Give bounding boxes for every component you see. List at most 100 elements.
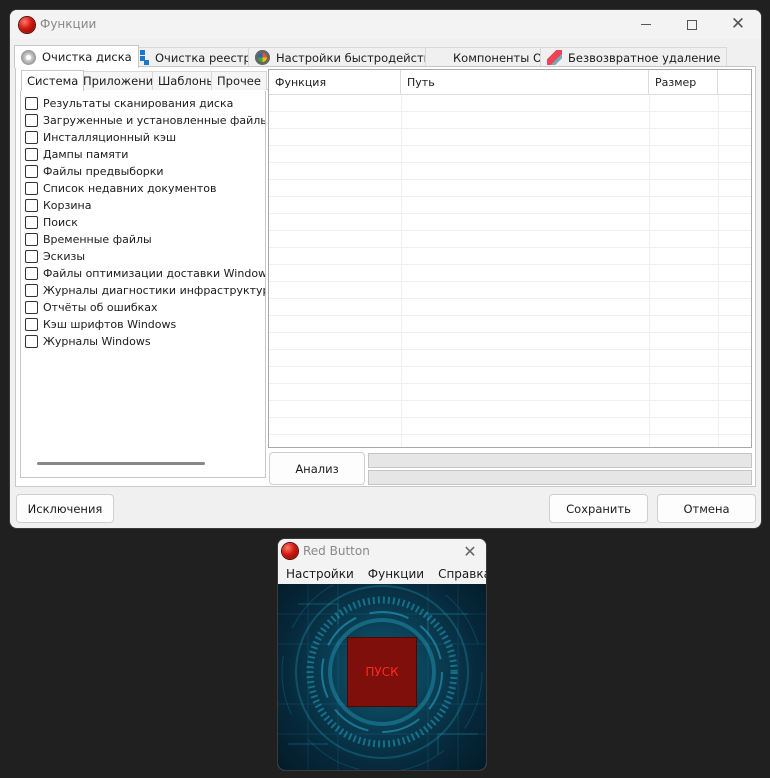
checkbox[interactable]: [25, 250, 38, 263]
tab-label: Компоненты ОС: [453, 50, 551, 65]
list-item[interactable]: Эскизы: [21, 248, 265, 265]
menu-help[interactable]: Справка: [438, 567, 486, 581]
tab-label: Очистка диска: [42, 50, 132, 64]
checkbox[interactable]: [25, 318, 38, 331]
list-item[interactable]: Поиск: [21, 214, 265, 231]
menu-settings[interactable]: Настройки: [286, 567, 354, 581]
item-label: Корзина: [43, 199, 92, 212]
checkbox[interactable]: [25, 301, 38, 314]
tab-os-components[interactable]: Компоненты ОС: [425, 47, 558, 67]
item-label: Результаты сканирования диска: [43, 97, 234, 110]
checkbox[interactable]: [25, 199, 38, 212]
list-item[interactable]: Загруженные и установленные файлы прог: [21, 112, 265, 129]
list-item[interactable]: Дампы памяти: [21, 146, 265, 163]
gauge-icon: [255, 50, 270, 65]
checkbox[interactable]: [25, 216, 38, 229]
item-label: Журналы Windows: [43, 335, 151, 348]
checkbox[interactable]: [25, 148, 38, 161]
item-label: Отчёты об ошибках: [43, 301, 158, 314]
eraser-icon: [547, 50, 562, 65]
column-header-function[interactable]: Функция: [269, 70, 401, 95]
table-body: [269, 95, 751, 447]
start-button[interactable]: ПУСК: [347, 637, 417, 707]
checkbox[interactable]: [25, 267, 38, 280]
category-subtabs: Система Приложения Шаблоны Прочее: [21, 70, 268, 91]
cancel-button[interactable]: Отмена: [657, 494, 756, 523]
tab-disk-cleanup[interactable]: Очистка диска: [14, 45, 139, 68]
item-label: Журналы диагностики инфраструктуры Wi: [43, 284, 265, 297]
tech-background: ПУСК: [278, 584, 486, 770]
checkbox[interactable]: [25, 97, 38, 110]
list-item[interactable]: Инсталляционный кэш: [21, 129, 265, 146]
list-item[interactable]: Файлы оптимизации доставки Windows: [21, 265, 265, 282]
close-icon[interactable]: ✕: [454, 539, 486, 563]
tab-performance-settings[interactable]: Настройки быстродействия: [248, 47, 452, 67]
checkbox[interactable]: [25, 165, 38, 178]
item-label: Дампы памяти: [43, 148, 129, 161]
list-item[interactable]: Файлы предвыборки: [21, 163, 265, 180]
item-label: Инсталляционный кэш: [43, 131, 177, 144]
list-item[interactable]: Корзина: [21, 197, 265, 214]
column-divider: [401, 95, 402, 447]
close-button[interactable]: ✕: [715, 10, 761, 39]
tab-secure-delete[interactable]: Безвозвратное удаление: [540, 47, 728, 67]
maximize-button[interactable]: [669, 10, 715, 39]
title-bar[interactable]: Функции ✕: [10, 10, 761, 39]
checkbox[interactable]: [25, 182, 38, 195]
checkbox[interactable]: [25, 233, 38, 246]
tab-registry-cleanup[interactable]: Очистка реестра: [127, 47, 265, 67]
list-item[interactable]: Список недавних документов: [21, 180, 265, 197]
item-label: Поиск: [43, 216, 78, 229]
minimize-button[interactable]: [623, 10, 669, 39]
item-label: Файлы предвыборки: [43, 165, 164, 178]
progress-bar-secondary: [368, 470, 752, 485]
menu-functions[interactable]: Функции: [368, 567, 424, 581]
horizontal-scrollbar[interactable]: [37, 462, 205, 465]
menu-bar: Настройки Функции Справка: [278, 563, 486, 584]
red-button-app-icon: [19, 17, 35, 33]
item-label: Загруженные и установленные файлы прог: [43, 114, 266, 127]
subtab-other[interactable]: Прочее: [211, 71, 267, 90]
close-icon: ✕: [730, 14, 746, 34]
tab-label: Настройки быстродействия: [276, 50, 445, 65]
cleanup-items-list[interactable]: Результаты сканирования диска Загруженны…: [20, 91, 266, 478]
item-label: Список недавних документов: [43, 182, 217, 195]
column-divider: [649, 95, 650, 447]
window-title: Функции: [40, 17, 97, 31]
tab-label: Безвозвратное удаление: [568, 50, 721, 65]
progress-bar-primary: [368, 453, 752, 468]
checkbox[interactable]: [25, 131, 38, 144]
red-button-window: Red Button ✕ Настройки Функции Справка П: [278, 539, 486, 770]
list-item[interactable]: Журналы Windows: [21, 333, 265, 350]
tab-label: Очистка реестра: [155, 50, 258, 65]
red-button-app-icon: [282, 543, 298, 559]
item-label: Временные файлы: [43, 233, 152, 246]
column-header-size[interactable]: Размер: [649, 70, 718, 95]
list-item[interactable]: Журналы диагностики инфраструктуры Wi: [21, 282, 265, 299]
disk-icon: [21, 49, 36, 65]
table-header: Функция Путь Размер: [269, 70, 751, 95]
maximize-icon: [687, 19, 697, 30]
analyze-button[interactable]: Анализ: [269, 452, 365, 485]
list-item[interactable]: Кэш шрифтов Windows: [21, 316, 265, 333]
save-button[interactable]: Сохранить: [549, 494, 648, 523]
list-item[interactable]: Результаты сканирования диска: [21, 95, 265, 112]
checkbox[interactable]: [25, 335, 38, 348]
windows-logo-icon: [432, 50, 447, 65]
list-item[interactable]: Отчёты об ошибках: [21, 299, 265, 316]
title-bar[interactable]: Red Button ✕: [278, 539, 486, 563]
checkbox[interactable]: [25, 284, 38, 297]
results-table[interactable]: Функция Путь Размер: [268, 69, 752, 448]
item-label: Файлы оптимизации доставки Windows: [43, 267, 266, 280]
list-item[interactable]: Временные файлы: [21, 231, 265, 248]
window-title: Red Button: [303, 544, 370, 558]
main-window: Функции ✕ Очистка диска Очистка реестра …: [10, 10, 761, 528]
exclusions-button[interactable]: Исключения: [16, 494, 114, 523]
subtab-system[interactable]: Система: [21, 70, 85, 91]
checkbox[interactable]: [25, 114, 38, 127]
column-header-filler: [718, 70, 751, 95]
column-header-path[interactable]: Путь: [401, 70, 649, 95]
disk-cleanup-panel: Система Приложения Шаблоны Прочее Резуль…: [15, 66, 756, 487]
minimize-icon: [641, 24, 651, 25]
item-label: Кэш шрифтов Windows: [43, 318, 177, 331]
